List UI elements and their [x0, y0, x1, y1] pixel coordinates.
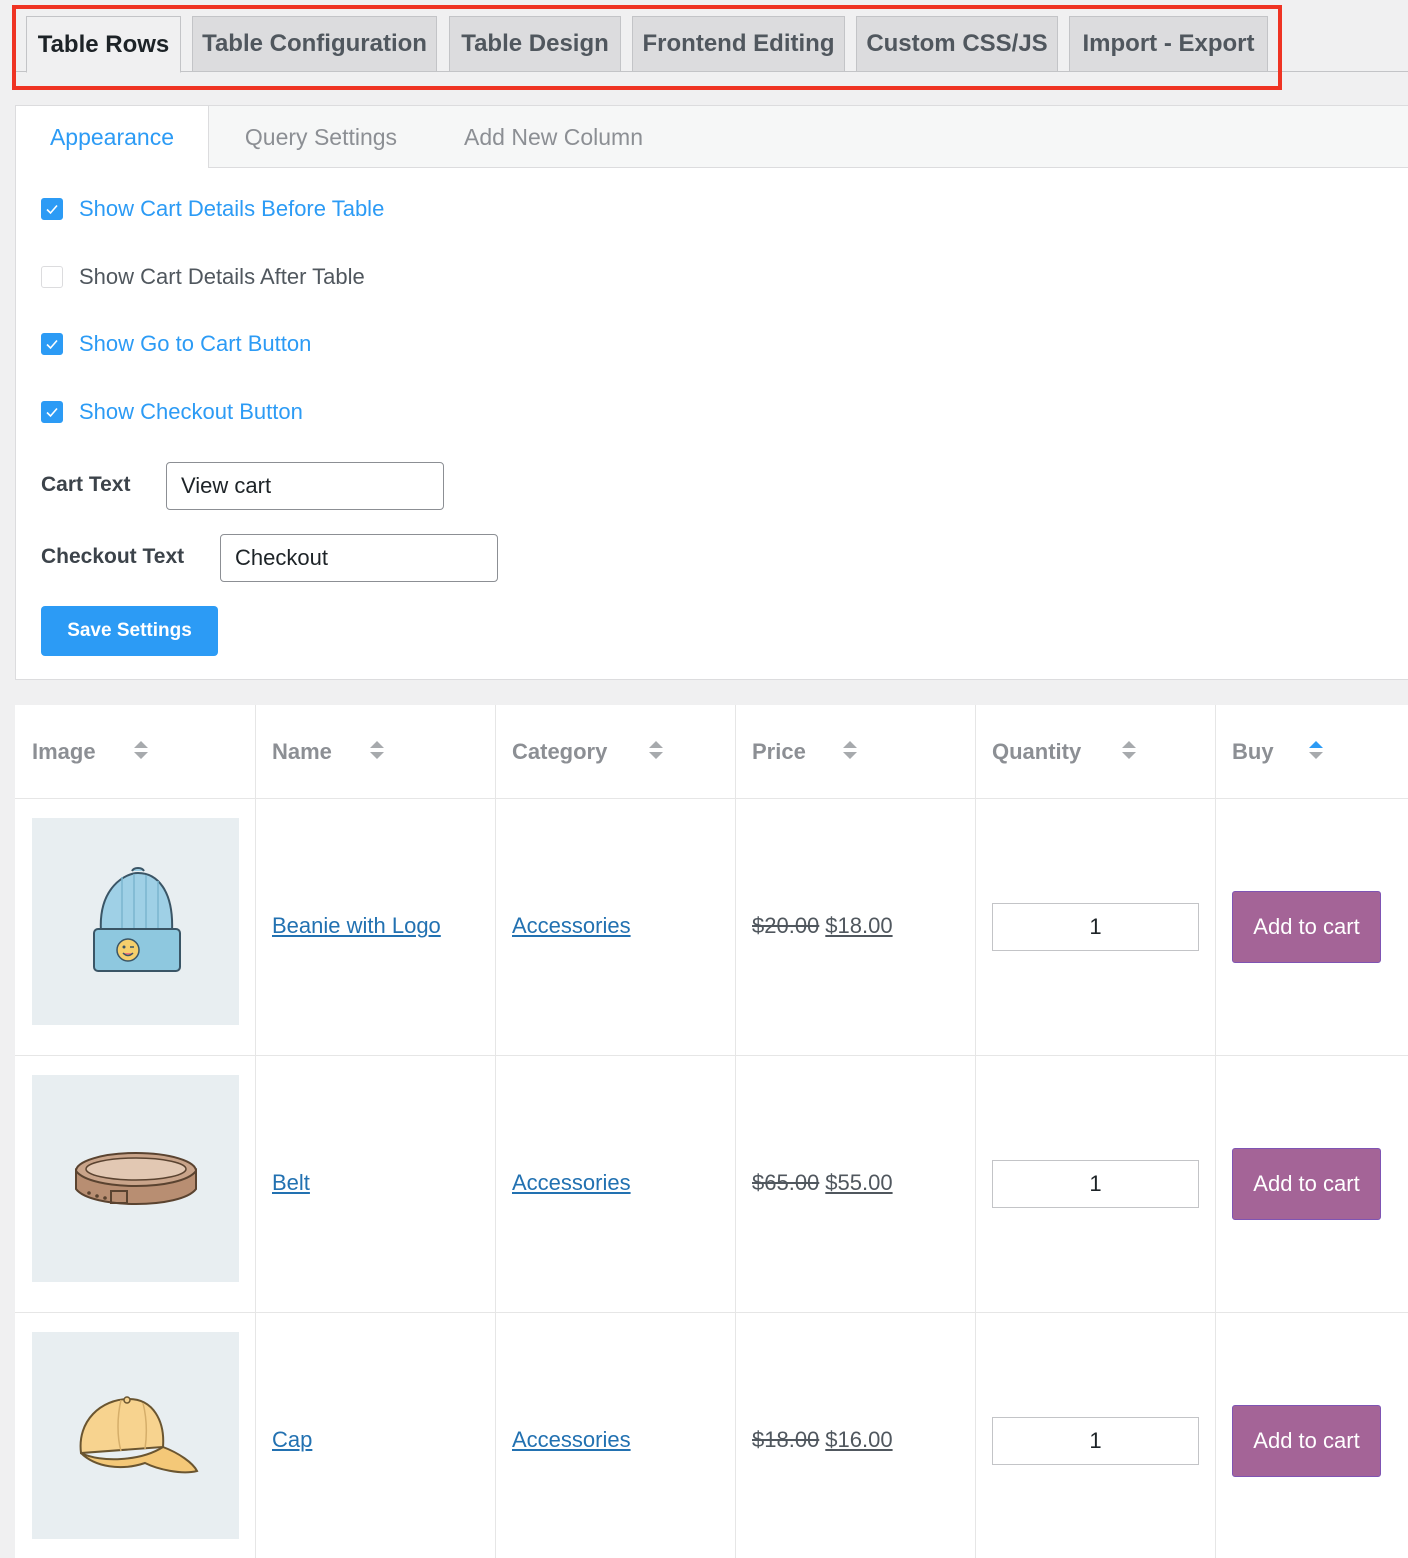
save-settings-button[interactable]: Save Settings	[41, 606, 218, 656]
add-to-cart-button[interactable]: Add to cart	[1232, 891, 1381, 963]
checkout-text-label: Checkout Text	[41, 545, 185, 568]
option-go-to-cart-button[interactable]: Show Go to Cart Button	[41, 331, 311, 357]
sale-price[interactable]: $16.00	[825, 1427, 892, 1452]
price: $65.00 $55.00	[752, 1170, 893, 1196]
column-header-buy[interactable]: Buy	[1232, 705, 1274, 798]
quantity-input[interactable]	[992, 1417, 1199, 1465]
old-price: $20.00	[752, 913, 820, 938]
add-to-cart-button[interactable]: Add to cart	[1232, 1148, 1381, 1220]
column-header-image[interactable]: Image	[32, 705, 96, 798]
sort-ascending-icon[interactable]	[1308, 739, 1324, 761]
belt-image[interactable]	[32, 1075, 239, 1282]
category-link[interactable]: Accessories	[512, 913, 631, 939]
subtab-query-settings[interactable]: Query Settings	[221, 106, 421, 168]
checkout-text-input[interactable]	[220, 534, 498, 582]
product-name-link[interactable]: Belt	[272, 1170, 310, 1196]
beanie-icon	[92, 866, 181, 972]
option-label: Show Checkout Button	[79, 399, 303, 424]
subtab-appearance[interactable]: Appearance	[16, 106, 209, 168]
column-divider	[495, 705, 496, 1558]
checkbox-checked-icon[interactable]	[41, 333, 63, 355]
row-divider	[15, 798, 1408, 799]
checkbox-unchecked-icon[interactable]	[41, 266, 63, 288]
checkbox-checked-icon[interactable]	[41, 401, 63, 423]
tab-table-configuration[interactable]: Table Configuration	[192, 16, 437, 72]
row-divider	[15, 1312, 1408, 1313]
option-label: Show Cart Details After Table	[79, 264, 365, 289]
category-link[interactable]: Accessories	[512, 1170, 631, 1196]
cap-image[interactable]	[32, 1332, 239, 1539]
column-header-quantity[interactable]: Quantity	[992, 705, 1081, 798]
product-name-link[interactable]: Beanie with Logo	[272, 913, 441, 939]
column-header-price[interactable]: Price	[752, 705, 806, 798]
tab-frontend-editing[interactable]: Frontend Editing	[632, 16, 845, 72]
cart-text-label: Cart Text	[41, 473, 131, 496]
sort-icon[interactable]	[369, 739, 385, 761]
appearance-settings-panel: Appearance Query Settings Add New Column…	[15, 105, 1408, 680]
column-header-category[interactable]: Category	[512, 705, 607, 798]
belt-icon	[74, 1151, 197, 1205]
subtab-bar: Appearance Query Settings Add New Column	[16, 106, 1408, 168]
subtab-add-new-column[interactable]: Add New Column	[446, 106, 661, 168]
price: $20.00 $18.00	[752, 913, 893, 939]
tab-custom-css-js[interactable]: Custom CSS/JS	[856, 16, 1058, 72]
sort-icon[interactable]	[842, 739, 858, 761]
sale-price[interactable]: $18.00	[825, 913, 892, 938]
row-divider	[15, 1055, 1408, 1056]
cart-text-input[interactable]	[166, 462, 444, 510]
column-divider	[1215, 705, 1216, 1558]
quantity-input[interactable]	[992, 1160, 1199, 1208]
sort-icon[interactable]	[1121, 739, 1137, 761]
category-link[interactable]: Accessories	[512, 1427, 631, 1453]
product-table: Image Name Category Price Quantity Buy B…	[15, 705, 1408, 1558]
add-to-cart-button[interactable]: Add to cart	[1232, 1405, 1381, 1477]
option-cart-details-after[interactable]: Show Cart Details After Table	[41, 264, 365, 290]
option-cart-details-before[interactable]: Show Cart Details Before Table	[41, 196, 384, 222]
old-price: $65.00	[752, 1170, 820, 1195]
column-divider	[975, 705, 976, 1558]
cap-icon	[79, 1395, 198, 1473]
option-label: Show Cart Details Before Table	[79, 196, 385, 221]
sale-price[interactable]: $55.00	[825, 1170, 892, 1195]
old-price: $18.00	[752, 1427, 820, 1452]
option-checkout-button[interactable]: Show Checkout Button	[41, 399, 303, 425]
tab-table-design[interactable]: Table Design	[449, 16, 621, 72]
beanie-image[interactable]	[32, 818, 239, 1025]
tab-table-rows[interactable]: Table Rows	[26, 16, 181, 73]
price: $18.00 $16.00	[752, 1427, 893, 1453]
sort-icon[interactable]	[133, 739, 149, 761]
column-header-name[interactable]: Name	[272, 705, 332, 798]
top-tab-bar: Table Rows Table Configuration Table Des…	[0, 0, 1408, 105]
column-divider	[735, 705, 736, 1558]
product-name-link[interactable]: Cap	[272, 1427, 312, 1453]
checkbox-checked-icon[interactable]	[41, 198, 63, 220]
quantity-input[interactable]	[992, 903, 1199, 951]
option-label: Show Go to Cart Button	[79, 331, 312, 356]
column-divider	[255, 705, 256, 1558]
tab-import-export[interactable]: Import - Export	[1069, 16, 1268, 72]
sort-icon[interactable]	[648, 739, 664, 761]
